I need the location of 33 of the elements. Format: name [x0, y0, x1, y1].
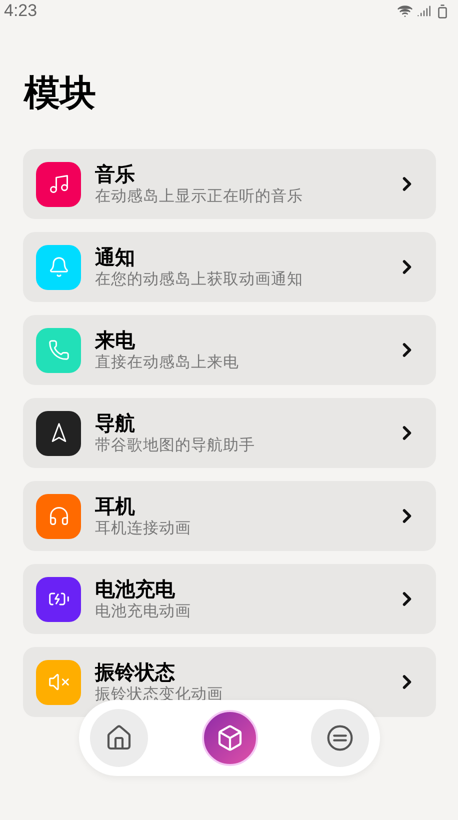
home-icon — [105, 724, 133, 752]
status-time: 4:23 — [4, 1, 38, 21]
nav-button[interactable] — [311, 709, 369, 767]
phone-icon — [48, 339, 70, 361]
page-title: 模块 — [24, 72, 97, 116]
music-note-icon — [48, 173, 70, 195]
nav-button[interactable] — [90, 709, 148, 767]
battery-icon — [435, 4, 450, 18]
module-card[interactable]: 通知 在您的动感岛上获取动画通知 — [23, 232, 436, 302]
module-title: 通知 — [95, 245, 136, 269]
module-title: 音乐 — [95, 162, 136, 186]
module-description: 电池充电动画 — [95, 601, 192, 621]
module-card[interactable]: 导航 带谷歌地图的导航助手 — [23, 398, 436, 468]
module-title: 来电 — [95, 328, 136, 352]
signal-icon — [417, 4, 431, 18]
module-description: 在您的动感岛上获取动画通知 — [95, 269, 304, 289]
module-title: 耳机 — [95, 494, 136, 518]
module-description: 带谷歌地图的导航助手 — [95, 435, 256, 455]
bell-icon — [48, 256, 70, 278]
wifi-icon — [397, 3, 413, 19]
module-description: 在动感岛上显示正在听的音乐 — [95, 186, 304, 206]
mute-icon — [48, 671, 70, 693]
module-card[interactable]: 电池充电 电池充电动画 — [23, 564, 436, 634]
module-card[interactable]: 来电 直接在动感岛上来电 — [23, 315, 436, 385]
module-title: 导航 — [95, 411, 136, 435]
module-description: 直接在动感岛上来电 — [95, 352, 240, 372]
cube-icon — [216, 724, 244, 752]
module-title: 振铃状态 — [95, 660, 176, 684]
module-title: 电池充电 — [95, 577, 176, 601]
module-card[interactable]: 音乐 在动感岛上显示正在听的音乐 — [23, 149, 436, 219]
menu-icon — [326, 724, 354, 752]
module-card[interactable]: 耳机 耳机连接动画 — [23, 481, 436, 551]
module-description: 耳机连接动画 — [95, 518, 192, 538]
